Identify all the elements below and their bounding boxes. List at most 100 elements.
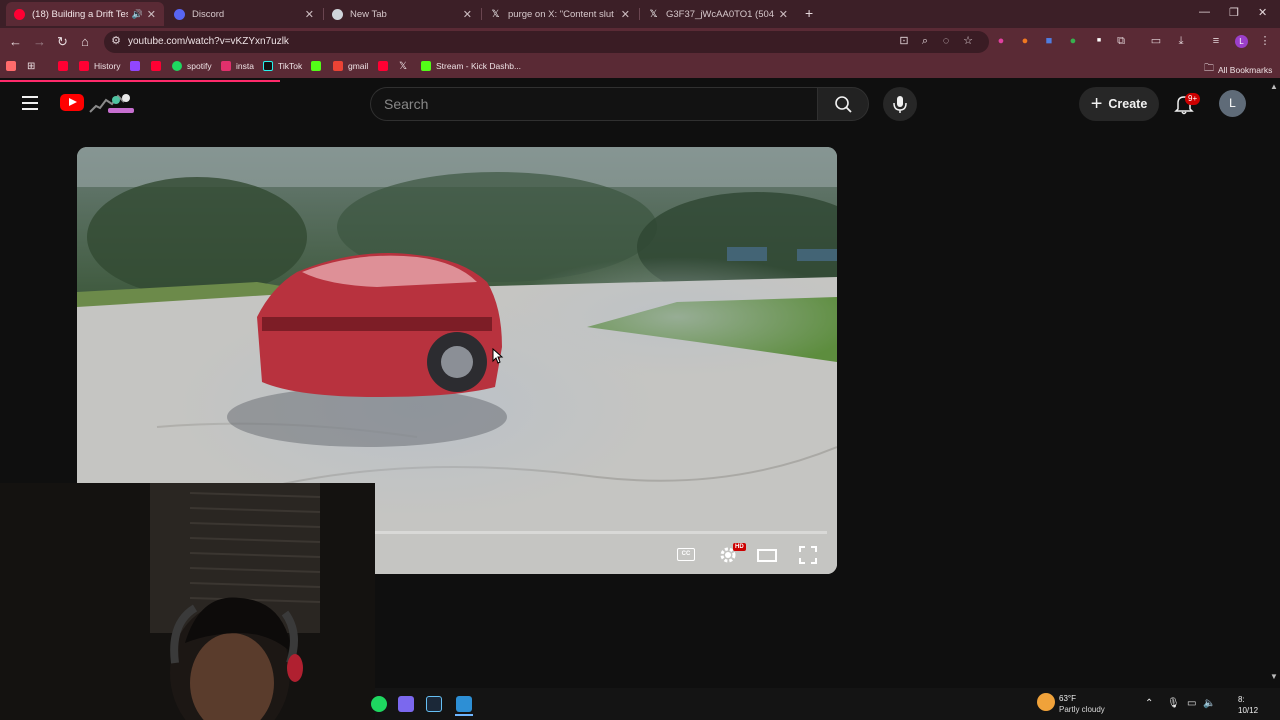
close-icon[interactable]: ✕ bbox=[147, 8, 156, 21]
scroll-up-arrow-icon[interactable]: ▲ bbox=[1270, 82, 1278, 91]
close-icon[interactable]: ✕ bbox=[463, 8, 472, 21]
spotify-icon[interactable] bbox=[371, 696, 387, 712]
tab-discord[interactable]: Discord ✕ bbox=[166, 2, 322, 26]
bookmark-kick-dashboard[interactable]: Stream - Kick Dashb... bbox=[421, 61, 521, 71]
profile-avatar[interactable]: L bbox=[1235, 35, 1248, 48]
extension-pink-icon[interactable]: ● bbox=[995, 35, 1007, 47]
install-app-icon[interactable]: ⊡ bbox=[898, 35, 910, 47]
extension-orange-icon[interactable]: ● bbox=[1019, 35, 1031, 47]
search-input[interactable] bbox=[384, 95, 804, 113]
zoom-icon[interactable]: ⌕ bbox=[919, 35, 931, 47]
close-icon[interactable]: ✕ bbox=[621, 8, 630, 21]
scroll-down-arrow-icon[interactable]: ▼ bbox=[1270, 672, 1278, 681]
theater-mode-button[interactable] bbox=[757, 545, 779, 565]
close-icon[interactable]: ✕ bbox=[305, 8, 314, 21]
bookmark-label: TikTok bbox=[278, 61, 303, 71]
bookmark-tiktok[interactable]: TikTok bbox=[263, 61, 302, 71]
tab-x-image[interactable]: 𝕏 G3F37_jWcAA0TO1 (504×1044) ✕ bbox=[640, 2, 796, 26]
speaker-icon[interactable]: 🔊 bbox=[132, 9, 143, 20]
microphone-tray-icon[interactable]: 🎙 bbox=[1167, 698, 1180, 709]
gmail-icon bbox=[333, 61, 343, 71]
bookmark-youtube-2[interactable] bbox=[151, 61, 166, 71]
home-icon[interactable]: ⌂ bbox=[81, 34, 89, 49]
new-tab-button[interactable]: + bbox=[805, 5, 813, 21]
webcam-streamer-image bbox=[0, 483, 375, 720]
bookmark-label: Stream - Kick Dashb... bbox=[436, 61, 522, 71]
steam-icon[interactable] bbox=[426, 696, 442, 712]
spotify-icon bbox=[172, 61, 182, 71]
bookmark-gmail[interactable]: gmail bbox=[333, 61, 368, 71]
folder-icon: 🗀 bbox=[1204, 63, 1214, 74]
weather-description[interactable]: Partly cloudy bbox=[1059, 705, 1105, 714]
bookmark-x[interactable]: 𝕏 bbox=[399, 61, 407, 72]
search-button[interactable] bbox=[817, 87, 869, 121]
site-info-icon[interactable]: ⚙ bbox=[110, 35, 122, 47]
youtube-doodle-logo[interactable] bbox=[88, 92, 136, 116]
extension-green-icon[interactable]: ● bbox=[1067, 35, 1079, 47]
kick-icon bbox=[421, 61, 431, 71]
youtube-icon bbox=[79, 61, 89, 71]
chevron-up-icon[interactable]: ⌃ bbox=[1145, 698, 1153, 709]
bookmark-youtube-3[interactable] bbox=[378, 61, 393, 71]
bookmark-history[interactable]: History bbox=[79, 61, 120, 71]
extension-dark-icon[interactable]: ■ bbox=[1093, 35, 1105, 47]
eye-off-icon[interactable]: ◌ bbox=[940, 35, 952, 47]
clock-date: 10/12 bbox=[1238, 706, 1259, 715]
bookmark-twitch[interactable] bbox=[130, 61, 145, 71]
bookmark-apps-grid[interactable]: ⊞ bbox=[27, 61, 35, 72]
chrome-icon bbox=[332, 8, 343, 20]
active-app-indicator bbox=[455, 714, 473, 716]
closed-captions-button[interactable]: CC bbox=[677, 545, 699, 565]
tab-youtube[interactable]: (18) Building a Drift Tesla in 🔊 ✕ bbox=[6, 2, 164, 26]
minimize-icon[interactable]: — bbox=[1199, 6, 1210, 18]
system-clock[interactable]: 8: 10/12 bbox=[1238, 694, 1258, 716]
network-icon[interactable]: ▭ bbox=[1187, 698, 1196, 709]
hamburger-menu-icon[interactable] bbox=[22, 96, 38, 110]
weather-partly-cloudy-icon[interactable] bbox=[1037, 693, 1055, 711]
close-icon[interactable]: ✕ bbox=[779, 8, 788, 21]
bookmark-apps-red[interactable] bbox=[6, 61, 21, 71]
menu-kebab-icon[interactable]: ⋮ bbox=[1259, 35, 1271, 47]
youtube-icon bbox=[14, 8, 25, 20]
sidepanel-icon[interactable]: ▭ bbox=[1150, 35, 1162, 47]
youtube-icon bbox=[6, 61, 16, 71]
media-controls-icon[interactable]: ≡ bbox=[1210, 35, 1222, 47]
bookmark-star-icon[interactable]: ☆ bbox=[962, 35, 974, 47]
tiktok-icon bbox=[263, 61, 273, 71]
x-icon: 𝕏 bbox=[491, 8, 500, 20]
voice-search-button[interactable] bbox=[883, 87, 917, 121]
youtube-icon bbox=[378, 61, 388, 71]
webcam-overlay bbox=[0, 483, 375, 720]
bookmark-label: spotify bbox=[187, 61, 212, 71]
window-close-icon[interactable]: ✕ bbox=[1258, 6, 1267, 19]
bookmark-youtube[interactable] bbox=[58, 61, 73, 71]
bookmark-kick[interactable] bbox=[311, 61, 326, 71]
volume-icon[interactable]: 🔈 bbox=[1203, 698, 1215, 709]
tab-x-post[interactable]: 𝕏 purge on X: "Content slut "back ✕ bbox=[482, 2, 638, 26]
reload-icon[interactable]: ↻ bbox=[57, 34, 68, 50]
twitch-icon bbox=[130, 61, 140, 71]
weather-temperature[interactable]: 63°F bbox=[1059, 694, 1076, 703]
back-arrow-icon[interactable]: ← bbox=[9, 34, 22, 49]
create-button[interactable]: + Create bbox=[1079, 87, 1159, 121]
photos-app-icon[interactable] bbox=[456, 696, 472, 712]
extension-blue-icon[interactable]: ■ bbox=[1043, 35, 1055, 47]
restore-icon[interactable]: ❐ bbox=[1229, 6, 1239, 19]
fullscreen-icon bbox=[799, 546, 817, 564]
bookmark-spotify[interactable]: spotify bbox=[172, 61, 212, 71]
youtube-logo[interactable] bbox=[60, 94, 84, 111]
bookmark-label: History bbox=[94, 61, 121, 71]
all-bookmarks[interactable]: 🗀 All Bookmarks bbox=[1204, 61, 1272, 78]
bookmark-label: insta bbox=[236, 61, 254, 71]
downloads-icon[interactable]: ⤓ bbox=[1175, 35, 1187, 47]
video-progress-bar[interactable] bbox=[375, 531, 827, 534]
url-text[interactable]: youtube.com/watch?v=vKZYxn7uzlk bbox=[128, 36, 289, 47]
tab-new-tab[interactable]: New Tab ✕ bbox=[324, 2, 480, 26]
forward-arrow-icon[interactable]: → bbox=[33, 34, 46, 49]
fullscreen-button[interactable] bbox=[798, 545, 820, 565]
game-controller-icon[interactable] bbox=[398, 696, 414, 712]
cc-icon: CC bbox=[677, 548, 695, 561]
bookmark-insta[interactable]: insta bbox=[221, 61, 254, 71]
account-avatar[interactable]: L bbox=[1219, 90, 1246, 117]
extensions-puzzle-icon[interactable]: ⧉ bbox=[1115, 35, 1127, 47]
